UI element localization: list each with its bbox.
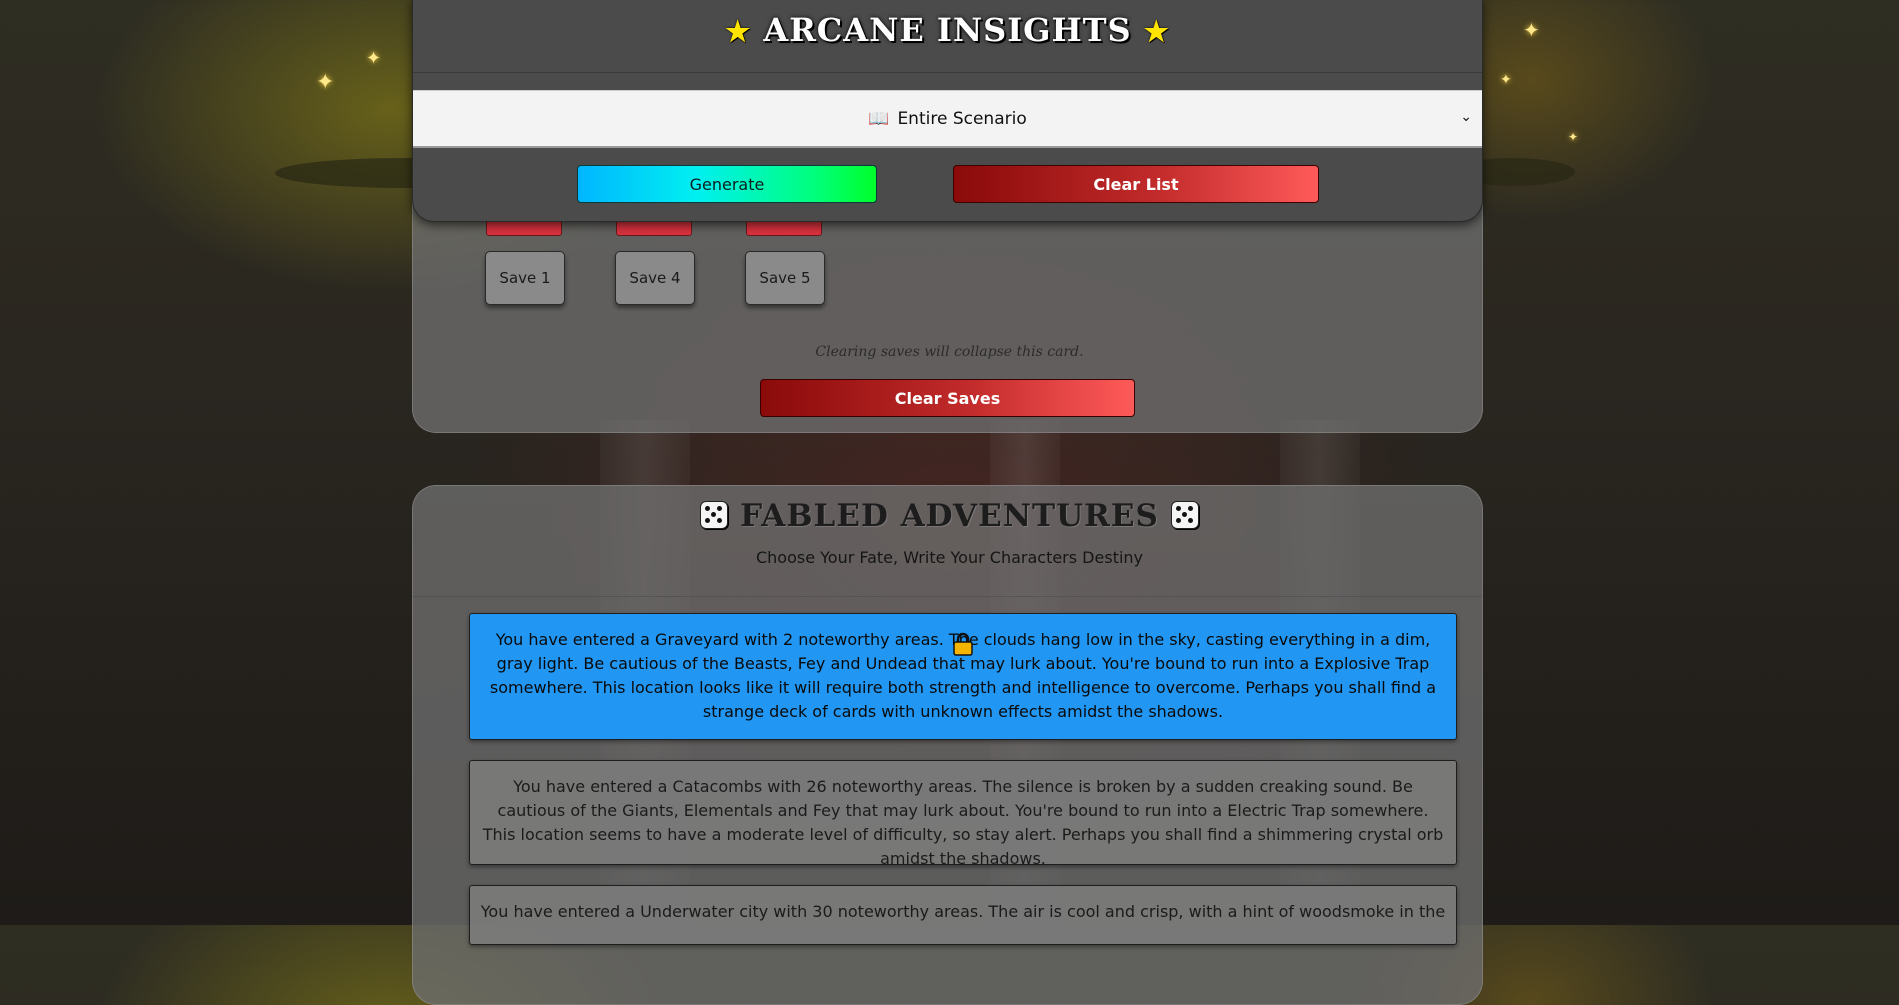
die-icon — [1170, 501, 1199, 529]
scenario-card[interactable]: You have entered a Catacombs with 26 not… — [469, 760, 1457, 868]
app-title-text: ARCANE INSIGHTS — [763, 11, 1132, 49]
scope-select[interactable]: 📖 Entire Scenario ⌄ — [413, 90, 1482, 148]
fabled-title-text: FABLED ADVENTURES — [740, 498, 1159, 534]
sparkle-icon: ✦ — [1500, 72, 1512, 88]
star-icon: ★ — [1143, 15, 1170, 48]
star-icon: ★ — [725, 15, 752, 48]
sparkle-icon: ✦ — [1568, 130, 1579, 144]
scenario-card[interactable]: You have entered a Underwater city with … — [469, 885, 1457, 945]
generate-button[interactable]: Generate — [577, 165, 877, 203]
clear-saves-hint: Clearing saves will collapse this card. — [815, 344, 1084, 360]
die-icon — [700, 501, 729, 529]
fabled-subtitle: Choose Your Fate, Write Your Characters … — [755, 548, 1144, 567]
save-5-button[interactable]: Save 5 — [745, 251, 825, 305]
fabled-divider — [413, 596, 1482, 597]
sparkle-icon: ✦ — [366, 48, 382, 69]
fabled-title: FABLED ADVENTURES — [0, 498, 1899, 534]
save-1-button[interactable]: Save 1 — [485, 251, 565, 305]
lock-icon[interactable] — [952, 632, 974, 656]
sparkle-icon: ✦ — [316, 70, 335, 95]
scenario-text: You have entered a Catacombs with 26 not… — [482, 777, 1444, 868]
scenario-text: You have entered a Underwater city with … — [480, 902, 1446, 921]
save-4-button[interactable]: Save 4 — [615, 251, 695, 305]
clear-list-button[interactable]: Clear List — [953, 165, 1319, 203]
sparkle-icon: ✦ — [1523, 18, 1540, 42]
header-divider — [413, 72, 1482, 73]
book-icon: 📖 — [868, 108, 890, 129]
scope-select-value: Entire Scenario — [897, 108, 1027, 129]
app-title: ★ ARCANE INSIGHTS ★ — [413, 11, 1482, 49]
chevron-down-icon: ⌄ — [1460, 109, 1472, 125]
insights-header-panel: ★ ARCANE INSIGHTS ★ 📖 Entire Scenario ⌄ … — [412, 0, 1483, 222]
clear-saves-button[interactable]: Clear Saves — [760, 379, 1135, 417]
